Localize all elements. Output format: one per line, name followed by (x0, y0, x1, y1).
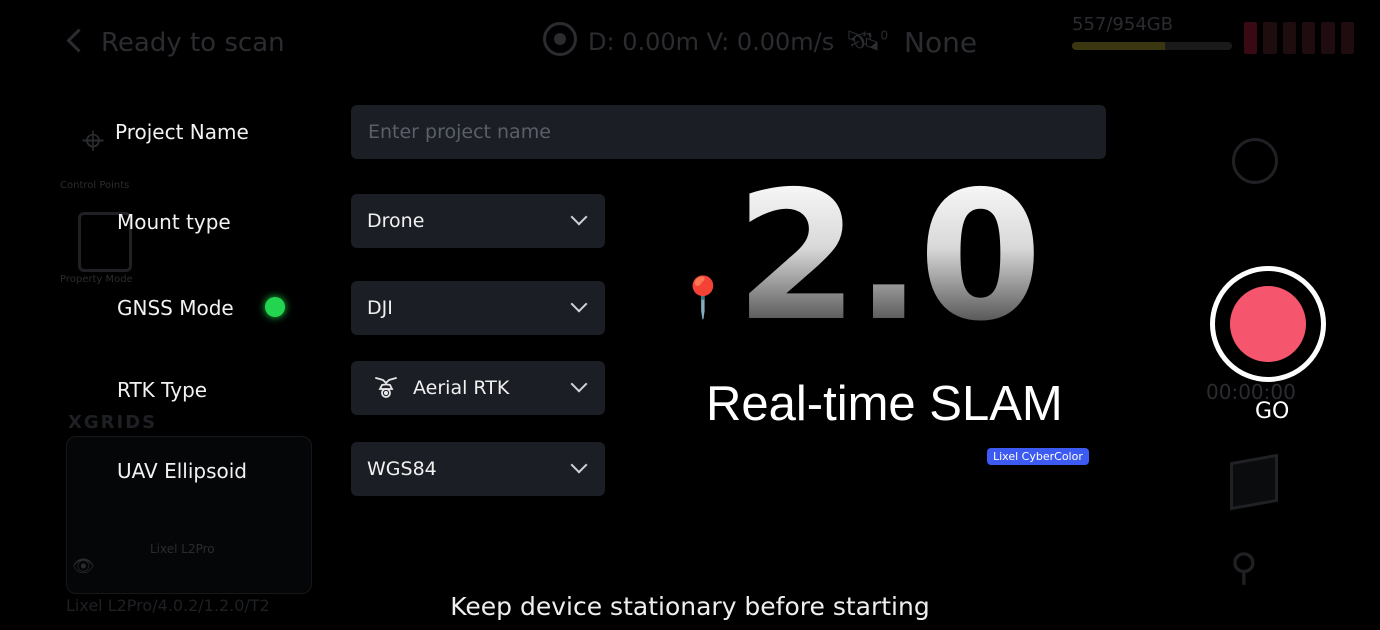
satellite-count: 0 (880, 28, 889, 43)
instruction-hint: Keep device stationary before starting (450, 592, 930, 621)
storage-readout: 557/954GB (1072, 14, 1174, 35)
project-name-label: Project Name (115, 120, 249, 144)
chevron-down-icon (570, 208, 588, 226)
record-button[interactable] (1230, 286, 1306, 362)
rtk-type-label: RTK Type (117, 378, 208, 402)
uav-ellipsoid-select[interactable]: WGS84 (351, 442, 605, 496)
rtk-type-value: Aerial RTK (413, 377, 510, 399)
gnss-mode-label: GNSS Mode (117, 296, 234, 320)
version-number: 2.0 (735, 153, 1042, 360)
storage-bar (1072, 42, 1232, 50)
drone-icon (375, 377, 397, 398)
gnss-status-text: None (904, 26, 978, 59)
eye-icon[interactable]: 👁 (72, 556, 95, 577)
satellite-icon: 🛰0 (845, 24, 889, 57)
uav-ellipsoid-value: WGS84 (367, 458, 437, 480)
location-pin-icon: 📍 (678, 275, 728, 321)
back-chevron-icon[interactable] (66, 28, 91, 53)
project-name-input[interactable] (351, 105, 1106, 159)
gnss-mode-select[interactable]: DJI (351, 281, 605, 335)
signal-bars (1244, 22, 1354, 54)
brand-badge: Lixel CyberColor (987, 448, 1089, 465)
chevron-down-icon (570, 295, 588, 313)
chevron-down-icon (570, 375, 588, 393)
go-label: GO (1255, 399, 1290, 424)
mount-type-select[interactable]: Drone (351, 194, 605, 248)
page-title: Ready to scan (101, 28, 285, 58)
record-status-icon (543, 22, 577, 56)
gnss-mode-value: DJI (367, 297, 393, 319)
property-mode-label: Property Mode (60, 274, 133, 285)
route-icon[interactable]: ⚲ (1230, 545, 1258, 589)
chevron-down-icon (570, 456, 588, 474)
gnss-status-indicator (265, 297, 285, 317)
mount-type-label: Mount type (117, 210, 231, 234)
mount-type-value: Drone (367, 210, 425, 232)
back-and-title[interactable]: Ready to scan (66, 28, 285, 58)
storage-bar-fill (1072, 42, 1166, 50)
model-cube-icon[interactable] (1230, 453, 1278, 511)
distance-velocity-readout: D: 0.00m V: 0.00m/s (588, 28, 835, 56)
product-title: Real-time SLAM (706, 377, 1063, 431)
xgrids-logo: XGRIDS (68, 412, 158, 433)
device-name: Lixel L2Pro (150, 542, 215, 556)
settings-gear-icon[interactable] (1232, 138, 1278, 184)
rtk-type-select[interactable]: Aerial RTK (351, 361, 605, 415)
control-points-label: Control Points (60, 180, 130, 191)
uav-ellipsoid-label: UAV Ellipsoid (117, 459, 247, 483)
control-points-icon[interactable]: ⌖ (68, 118, 118, 164)
